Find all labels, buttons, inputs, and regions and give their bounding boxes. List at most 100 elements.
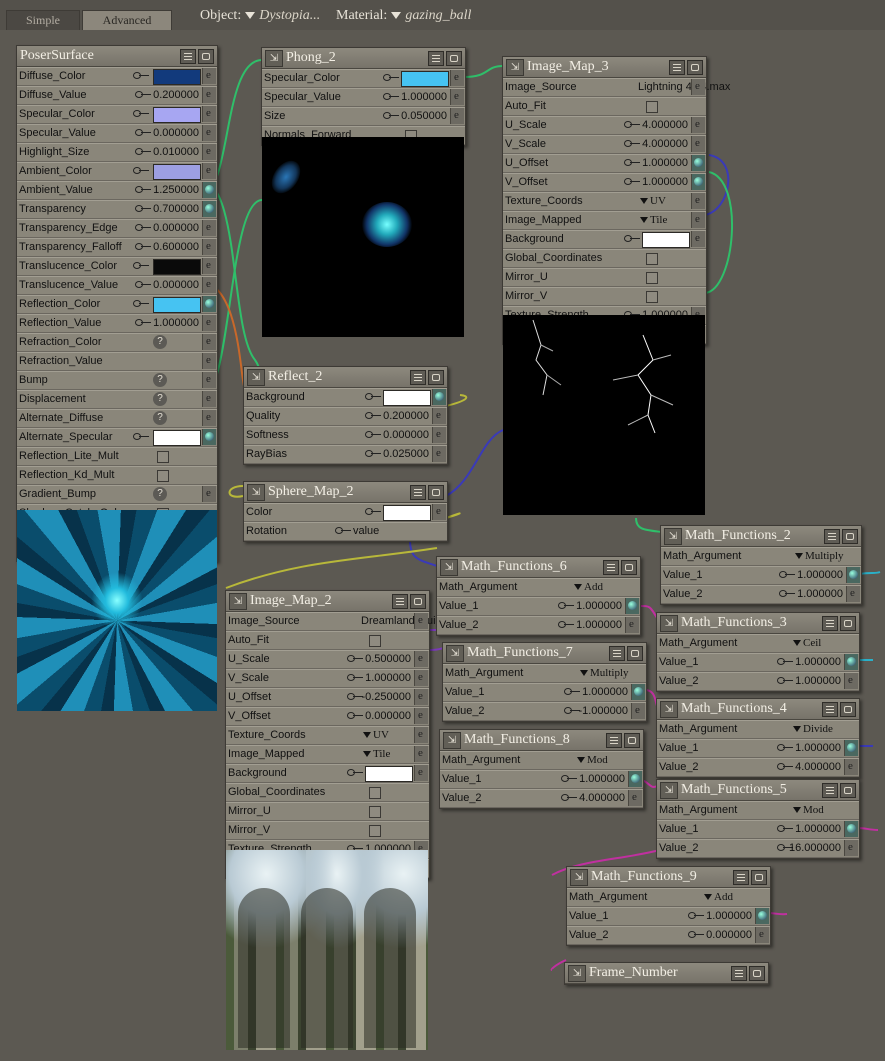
param-value-field[interactable]: 1.000000 bbox=[385, 90, 447, 104]
param-value-field[interactable]: 4.000000 bbox=[626, 118, 688, 132]
param-value-field[interactable]: 0.200000 bbox=[367, 409, 429, 423]
input-plug-icon[interactable] bbox=[202, 276, 216, 293]
param-checkbox[interactable] bbox=[646, 291, 658, 303]
node-collapse-icon[interactable]: ⇲ bbox=[229, 593, 247, 610]
node-image-map-2[interactable]: ⇲ Image_Map_2 Image_Source Dreamlands ruin … bbox=[225, 590, 459, 879]
node-collapse-icon[interactable]: ⇲ bbox=[660, 615, 678, 632]
node-options-icon[interactable] bbox=[606, 733, 622, 748]
input-plug-icon[interactable] bbox=[691, 192, 705, 209]
value-dial-icon[interactable] bbox=[383, 74, 399, 81]
node-titlebar[interactable]: ⇲ Math_Functions_6 bbox=[437, 557, 640, 578]
value-dial-icon[interactable] bbox=[133, 167, 149, 174]
input-plug-icon[interactable] bbox=[755, 926, 769, 943]
node-options-icon[interactable] bbox=[822, 616, 838, 631]
connected-input-icon[interactable] bbox=[628, 771, 642, 787]
node-preview-toggle-icon[interactable] bbox=[840, 783, 856, 798]
node-preview-toggle-icon[interactable] bbox=[621, 560, 637, 575]
unconnected-input-icon[interactable]: ? bbox=[153, 411, 167, 425]
node-titlebar[interactable]: ⇲ Reflect_2 bbox=[244, 367, 447, 388]
param-checkbox[interactable] bbox=[157, 470, 169, 482]
unconnected-input-icon[interactable]: ? bbox=[153, 392, 167, 406]
node-options-icon[interactable] bbox=[410, 485, 426, 500]
input-plug-icon[interactable] bbox=[691, 211, 705, 228]
node-math-functions-6[interactable]: ⇲ Math_Functions_6 Math_Argument Add Value_1… bbox=[436, 556, 641, 636]
param-value-field[interactable]: -1.000000 bbox=[566, 704, 628, 718]
input-plug-icon[interactable] bbox=[202, 409, 216, 426]
param-value-field[interactable]: 1.000000 bbox=[779, 822, 841, 836]
value-dial-icon[interactable] bbox=[335, 527, 351, 534]
param-value-field[interactable]: 1.000000 bbox=[626, 156, 688, 170]
param-dropdown[interactable]: Tile bbox=[640, 212, 667, 228]
param-checkbox[interactable] bbox=[369, 825, 381, 837]
input-plug-icon[interactable] bbox=[414, 726, 428, 743]
input-plug-icon[interactable] bbox=[202, 352, 216, 369]
node-image-map-3[interactable]: ⇲ Image_Map_3 Image_Source Lightning 4 s4.m… bbox=[502, 56, 730, 345]
color-swatch[interactable] bbox=[153, 164, 201, 180]
param-checkbox[interactable] bbox=[369, 787, 381, 799]
node-poser-surface[interactable]: PoserSurface Diffuse_Color Diffuse_Value 0.… bbox=[16, 45, 218, 562]
input-plug-icon[interactable] bbox=[432, 426, 446, 443]
node-titlebar[interactable]: ⇲ Math_Functions_3 bbox=[657, 613, 859, 634]
param-value-field[interactable]: 0.000000 bbox=[349, 709, 411, 723]
param-value-field[interactable]: 1.000000 bbox=[779, 655, 841, 669]
param-value-field[interactable]: 0.025000 bbox=[367, 447, 429, 461]
node-phong-2[interactable]: ⇲Phong_2 Specular_Color Specular_Value 1.00… bbox=[261, 47, 466, 146]
node-preview-toggle-icon[interactable] bbox=[842, 529, 858, 544]
node-math-functions-4[interactable]: ⇲ Math_Functions_4 Math_Argument Divide Valu… bbox=[656, 698, 860, 778]
input-plug-icon[interactable] bbox=[691, 230, 705, 247]
input-plug-icon[interactable] bbox=[202, 67, 216, 84]
connected-input-icon[interactable] bbox=[432, 389, 446, 405]
param-checkbox[interactable] bbox=[646, 272, 658, 284]
param-value-field[interactable]: 0.000000 bbox=[137, 278, 199, 292]
node-preview-toggle-icon[interactable] bbox=[624, 733, 640, 748]
input-plug-icon[interactable] bbox=[202, 390, 216, 407]
input-plug-icon[interactable] bbox=[844, 839, 858, 856]
param-value-field[interactable]: 1.000000 bbox=[781, 568, 843, 582]
param-value-field[interactable]: 1.000000 bbox=[563, 772, 625, 786]
input-plug-icon[interactable] bbox=[202, 314, 216, 331]
param-checkbox[interactable] bbox=[369, 635, 381, 647]
node-titlebar[interactable]: ⇲ Phong_2 bbox=[262, 48, 465, 69]
input-plug-icon[interactable] bbox=[414, 764, 428, 781]
input-plug-icon[interactable] bbox=[844, 758, 858, 775]
param-value-field[interactable]: 0.000000 bbox=[690, 928, 752, 942]
node-math-functions-5[interactable]: ⇲ Math_Functions_5 Math_Argument Mod Value_1… bbox=[656, 779, 860, 859]
unconnected-input-icon[interactable]: ? bbox=[153, 373, 167, 387]
node-options-icon[interactable] bbox=[392, 594, 408, 609]
node-collapse-icon[interactable]: ⇲ bbox=[265, 50, 283, 67]
node-options-icon[interactable] bbox=[733, 870, 749, 885]
param-value-field[interactable]: 1.000000 bbox=[560, 618, 622, 632]
node-options-icon[interactable] bbox=[731, 966, 747, 981]
node-preview-toggle-icon[interactable] bbox=[627, 646, 643, 661]
unconnected-input-icon[interactable]: ? bbox=[153, 335, 167, 349]
node-collapse-icon[interactable]: ⇲ bbox=[506, 59, 524, 76]
input-plug-icon[interactable] bbox=[450, 69, 464, 86]
node-preview-toggle-icon[interactable] bbox=[840, 702, 856, 717]
node-titlebar[interactable]: ⇲ Math_Functions_5 bbox=[657, 780, 859, 801]
input-plug-icon[interactable] bbox=[628, 789, 642, 806]
node-preview-toggle-icon[interactable] bbox=[446, 51, 462, 66]
node-preview-toggle-icon[interactable] bbox=[751, 870, 767, 885]
param-value-field[interactable]: 0.050000 bbox=[385, 109, 447, 123]
input-plug-icon[interactable] bbox=[202, 143, 216, 160]
node-titlebar[interactable]: ⇲ Frame_Number bbox=[565, 963, 768, 984]
color-swatch[interactable] bbox=[401, 71, 449, 87]
node-titlebar[interactable]: ⇲ Math_Functions_8 bbox=[440, 730, 643, 751]
node-preview-toggle-icon[interactable] bbox=[428, 370, 444, 385]
node-options-icon[interactable] bbox=[609, 646, 625, 661]
param-value-field[interactable]: 1.000000 bbox=[779, 674, 841, 688]
input-plug-icon[interactable] bbox=[202, 124, 216, 141]
color-swatch[interactable] bbox=[365, 766, 413, 782]
connected-input-icon[interactable] bbox=[691, 155, 705, 171]
node-collapse-icon[interactable]: ⇲ bbox=[247, 369, 265, 386]
node-collapse-icon[interactable]: ⇲ bbox=[443, 732, 461, 749]
input-plug-icon[interactable] bbox=[414, 707, 428, 724]
input-plug-icon[interactable] bbox=[625, 616, 639, 633]
param-value-field[interactable]: 4.000000 bbox=[626, 137, 688, 151]
param-value-field[interactable]: 0.200000 bbox=[137, 88, 199, 102]
node-collapse-icon[interactable]: ⇲ bbox=[446, 645, 464, 662]
param-dropdown[interactable]: Add bbox=[574, 579, 603, 595]
connected-input-icon[interactable] bbox=[755, 908, 769, 924]
value-dial-icon[interactable] bbox=[133, 262, 149, 269]
param-checkbox[interactable] bbox=[157, 451, 169, 463]
